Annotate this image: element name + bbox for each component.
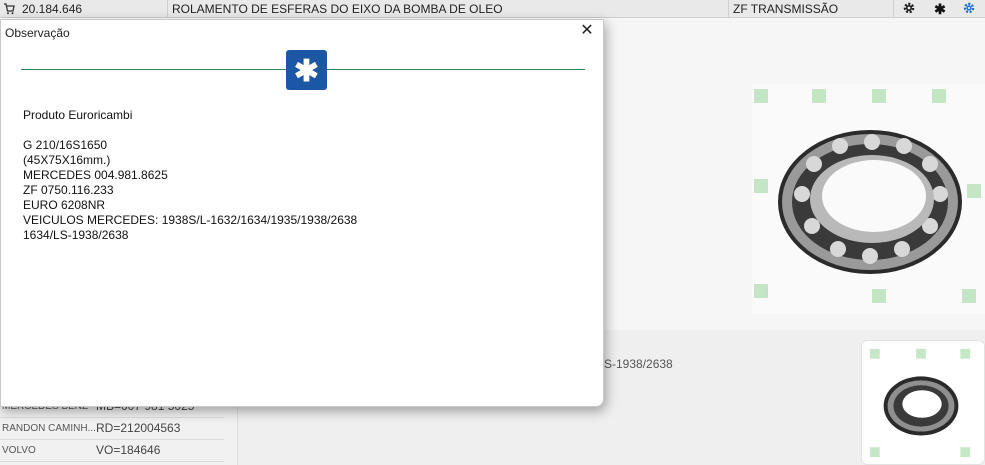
observation-line: G 210/16S1650 xyxy=(23,138,108,152)
asterisk-icon: ✱ xyxy=(286,50,327,90)
product-category: ZF TRANSMISSÃO xyxy=(733,2,839,16)
divider xyxy=(167,0,168,18)
observation-line: EURO 6208NR xyxy=(23,198,106,212)
observation-line: ZF 0750.116.233 xyxy=(23,183,114,197)
reference-code: RD=212004563 xyxy=(96,421,181,435)
table-row: VOLVO VO=184646 xyxy=(0,440,224,462)
observation-line: 1634/LS-1938/2638 xyxy=(23,228,129,242)
cog-blue-icon[interactable] xyxy=(961,1,977,17)
product-code: 20.184.646 xyxy=(22,2,83,16)
reference-code: VO=184646 xyxy=(96,443,161,457)
asterisk-icon[interactable]: ✱ xyxy=(932,1,948,17)
dialog-title: Observação xyxy=(5,26,70,40)
cart-icon[interactable] xyxy=(3,3,15,15)
reference-brand: RANDON CAMINH... xyxy=(2,423,96,434)
observation-line: VEICULOS MERCEDES: 1938S/L-1632/1634/193… xyxy=(23,213,358,227)
divider xyxy=(893,0,894,18)
reference-brand: VOLVO xyxy=(2,445,36,456)
observation-line: (45X75X16mm.) xyxy=(23,153,111,167)
thumbnail-photo[interactable] xyxy=(861,340,985,465)
gear-icon[interactable] xyxy=(901,1,917,17)
observation-line xyxy=(23,123,357,138)
observation-line: Produto Euroricambi xyxy=(23,108,133,122)
close-icon[interactable]: ✕ xyxy=(579,22,595,40)
observation-dialog: Observação ✕ ✱ Produto Euroricambi G 210… xyxy=(0,19,604,407)
bearing-photo[interactable] xyxy=(752,84,985,314)
observation-text: Produto Euroricambi G 210/16S1650 (45X75… xyxy=(23,108,357,243)
product-description: ROLAMENTO DE ESFERAS DO EIXO DA BOMBA DE… xyxy=(172,2,503,16)
table-row: RANDON CAMINH... RD=212004563 xyxy=(0,418,224,440)
top-bar: 20.184.646 ROLAMENTO DE ESFERAS DO EIXO … xyxy=(0,0,985,18)
application-text: S-1938/2638 xyxy=(604,357,673,371)
observation-line: MERCEDES 004.981.8625 xyxy=(23,168,168,182)
divider xyxy=(728,0,729,18)
